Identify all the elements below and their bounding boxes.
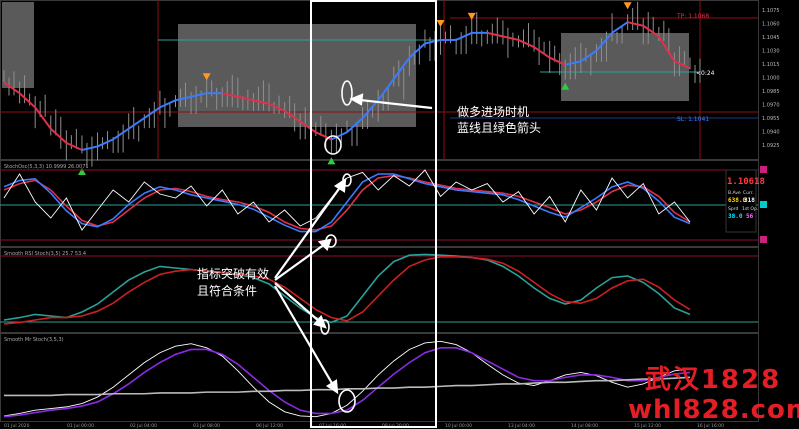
- range-box-3: [561, 33, 689, 101]
- price-signal-line-segment: [34, 106, 52, 130]
- time-tick-label: 06 Jul 12:00: [256, 423, 283, 429]
- price-tick-label: 1.0955: [762, 116, 780, 122]
- timer-label: <0:24: [696, 70, 715, 77]
- cross-annotation-line1: 指标突破有效: [197, 266, 269, 281]
- osc1-levels: [0, 169, 758, 241]
- price-signal-line-segment: [627, 21, 644, 27]
- sl-label: SL: 1.1041: [677, 116, 709, 123]
- stats-first-label: 1st Op.: [742, 206, 758, 212]
- watermark-logo: 武汉1828 whl828.com: [628, 365, 799, 427]
- osc3-series-1: [3, 347, 691, 418]
- price-signal-line-segment: [65, 141, 83, 151]
- stats-curr-value: 318: [744, 197, 755, 204]
- stats-sprd-label: Sprd: [728, 206, 738, 212]
- price-signal-line-segment: [487, 31, 504, 38]
- osc3-circle: [338, 389, 356, 413]
- entry-annotation-line2: 蓝线且绿色箭头: [457, 120, 541, 135]
- watermark-line2: whl828.com: [628, 395, 799, 425]
- entry-annotation-line1: 做多进场时机: [457, 104, 529, 119]
- stats-price: 1.10618: [727, 177, 765, 187]
- stats-bave-label: B.Ave: [728, 190, 741, 196]
- stats-sprd-value: 38.0: [728, 213, 743, 220]
- osc1-header: StochOsc(5,3,3) 10.9999 26.0071: [4, 164, 89, 170]
- osc1-series-2: [3, 169, 691, 231]
- price-signal-line-segment: [159, 99, 176, 109]
- time-tick-label: 02 Jul 04:00: [130, 423, 157, 429]
- price-signal-line-segment: [502, 35, 519, 41]
- annotation-arrows: [274, 93, 433, 395]
- price-signal-line-segment: [112, 127, 130, 141]
- osc3-panel: [3, 340, 691, 418]
- price-signal-line-segment: [533, 46, 551, 59]
- price-tick-label: 1.0985: [762, 89, 780, 95]
- watermark-line1: 武汉1828: [644, 365, 782, 395]
- price-tick-label: 1.1000: [762, 76, 780, 82]
- time-tick-label: 10 Jul 00:00: [445, 423, 472, 429]
- osc2-levels: [0, 255, 758, 323]
- price-tick-label: 1.0970: [762, 103, 780, 109]
- osc2-panel: [3, 253, 691, 325]
- price-tick-label: 1.0925: [762, 143, 780, 149]
- price-tick-label: 1.1030: [762, 49, 780, 55]
- sell-arrow-icon: [436, 19, 445, 27]
- price-tick-label: 1.1060: [762, 22, 780, 28]
- sell-arrow-icon: [467, 12, 476, 20]
- stats-curr-label: Curr.: [743, 190, 754, 196]
- sell-arrow-icon: [623, 2, 632, 10]
- price-signal-line-segment: [315, 131, 332, 141]
- range-box-1: [2, 2, 34, 88]
- osc1-panel: [3, 169, 691, 233]
- price-tick-label: 1.1075: [762, 8, 780, 14]
- stats-first-value: 56: [746, 213, 754, 220]
- time-tick-label: 03 Jul 08:00: [193, 423, 220, 429]
- price-signal-line-segment: [81, 145, 98, 151]
- osc3-series-2: [4, 376, 691, 397]
- price-signal-line-segment: [611, 21, 629, 34]
- cross-annotation-line2: 且符合条件: [197, 283, 257, 298]
- osc2-header: Smooth RSI Stoch(3,5) 25.7 53.4: [4, 251, 86, 257]
- price-signal-line-segment: [455, 31, 473, 41]
- tp-label: TP: 1.1068: [676, 13, 709, 20]
- price-signal-line-segment: [18, 92, 36, 109]
- price-signal-line-segment: [128, 117, 145, 130]
- osc2-series-1: [3, 255, 691, 325]
- price-signal-line-segment: [97, 138, 114, 148]
- stats-panel: 1.10618 B.Ave Curr. 638.0 318 Sprd 1st O…: [725, 166, 767, 243]
- price-signal-line-segment: [518, 39, 535, 48]
- osc3-series-0: [3, 340, 691, 418]
- price-tick-label: 1.1015: [762, 62, 780, 68]
- time-tick-label: 13 Jul 04:00: [508, 423, 535, 429]
- price-axis: 1.1075 1.1060 1.1045 1.1030 1.1015 1.1000 1.09…: [762, 8, 780, 149]
- time-tick-label: 01 Jul 2020: [4, 423, 30, 429]
- time-tick-label: 14 Jul 08:00: [571, 423, 598, 429]
- osc3-header: Smooth Mr Stoch(3,5,3): [4, 337, 64, 343]
- time-tick-label: 01 Jul 00:00: [67, 423, 94, 429]
- price-tick-label: 1.0940: [762, 130, 780, 136]
- price-tick-label: 1.1045: [762, 35, 780, 41]
- price-signal-line-segment: [50, 127, 68, 144]
- osc2-series-0: [3, 253, 691, 324]
